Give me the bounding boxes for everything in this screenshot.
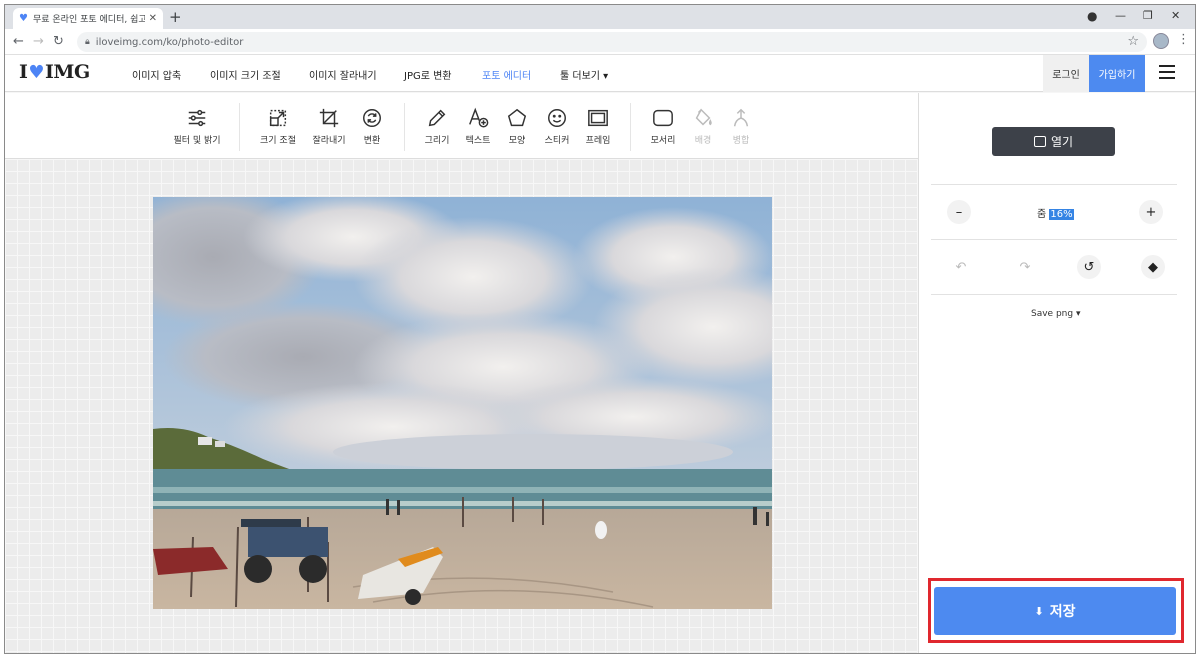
- image-icon: [1033, 136, 1046, 147]
- tool-label: 병합: [732, 136, 750, 146]
- editor-toolbar: 필터 및 밝기 크기 조절 잘라내기 변환 그리기 텍스트 모양 스티커 프레임…: [5, 93, 918, 159]
- tool-label: 잘라내기: [312, 136, 346, 146]
- hamburger-menu-icon[interactable]: [1159, 65, 1175, 79]
- zoom-label: 줌: [1037, 209, 1047, 220]
- tool-resize[interactable]: 크기 조절: [250, 107, 306, 146]
- text-add-icon: [469, 107, 489, 128]
- sliders-icon: [188, 109, 206, 127]
- tool-merge[interactable]: 병합: [713, 107, 769, 146]
- lock-icon: 🔒︎: [85, 37, 90, 47]
- logo-text-left: I: [19, 61, 28, 83]
- undo-button[interactable]: ↶: [949, 255, 973, 279]
- nav-resize-image[interactable]: 이미지 크기 조절: [210, 67, 281, 82]
- url-text: iloveimg.com/ko/photo-editor: [95, 36, 244, 48]
- open-button[interactable]: 열기: [992, 127, 1115, 156]
- tool-transform[interactable]: 변환: [344, 107, 400, 146]
- reload-icon[interactable]: ↻: [53, 34, 64, 49]
- heart-logo-icon: ♥: [28, 61, 45, 83]
- address-bar[interactable]: 🔒︎ iloveimg.com/ko/photo-editor ☆: [77, 32, 1147, 52]
- forward-arrow-icon[interactable]: →: [33, 34, 44, 49]
- pencil-icon: [428, 109, 446, 127]
- zoom-display: 줌 16%: [1037, 205, 1074, 220]
- profile-avatar[interactable]: [1153, 33, 1169, 49]
- browser-tab[interactable]: ♥ 무료 온라인 포토 에디터, 쉽고 빠 ✕: [13, 8, 163, 29]
- signup-button[interactable]: 가입하기: [1089, 55, 1145, 92]
- panel-divider: [931, 294, 1177, 295]
- tool-label: 변환: [363, 136, 381, 146]
- history-icon: ↺: [1083, 259, 1095, 275]
- redo-button[interactable]: ↷: [1013, 255, 1037, 279]
- open-label: 열기: [1050, 135, 1074, 149]
- tool-frame[interactable]: 프레임: [570, 107, 626, 146]
- bookmark-star-icon[interactable]: ☆: [1127, 34, 1139, 49]
- pentagon-icon: [507, 108, 527, 127]
- address-row: ← → ↻ 🔒︎ iloveimg.com/ko/photo-editor ☆ …: [5, 29, 1195, 55]
- tool-label: 모양: [508, 136, 526, 146]
- tab-close-icon[interactable]: ✕: [149, 13, 157, 24]
- zoom-in-button[interactable]: +: [1139, 200, 1163, 224]
- layers-icon: ◆: [1148, 259, 1158, 275]
- toolbar-divider: [404, 103, 405, 151]
- save-label: 저장: [1049, 604, 1076, 620]
- minus-icon: –: [955, 204, 963, 220]
- resize-icon: [269, 109, 287, 127]
- logo-text-right: IMG: [45, 61, 90, 83]
- zoom-out-button[interactable]: –: [947, 200, 971, 224]
- crop-icon: [319, 108, 339, 128]
- undo-icon: ↶: [955, 259, 967, 275]
- save-button[interactable]: ⬇ 저장: [934, 587, 1176, 635]
- toolbar-divider: [239, 103, 240, 151]
- browser-menu-icon[interactable]: ⋮: [1177, 32, 1190, 47]
- merge-icon: [733, 108, 749, 127]
- beach-photo[interactable]: [153, 197, 772, 609]
- profile-menu-icon[interactable]: ●: [1087, 9, 1097, 23]
- panel-divider: [931, 239, 1177, 240]
- tool-label: 프레임: [585, 136, 611, 146]
- tool-label: 스티커: [544, 136, 570, 146]
- new-tab-icon[interactable]: +: [169, 8, 182, 26]
- heart-favicon-icon: ♥: [19, 13, 28, 24]
- panel-divider: [931, 184, 1177, 185]
- back-arrow-icon[interactable]: ←: [13, 34, 24, 49]
- site-header: I ♥ IMG 이미지 압축 이미지 크기 조절 이미지 잘라내기 JPG로 변…: [5, 55, 1195, 92]
- download-icon: ⬇: [1034, 604, 1044, 618]
- rounded-corner-icon: [653, 109, 673, 127]
- right-panel: 열기 – 줌 16% + ↶ ↷ ↺ ◆ Save png ▾ ⬇ 저장: [918, 93, 1195, 653]
- minimize-icon[interactable]: —: [1115, 9, 1126, 22]
- zoom-value[interactable]: 16%: [1049, 209, 1074, 220]
- smiley-icon: [548, 109, 566, 127]
- tool-label: 텍스트: [465, 136, 491, 146]
- paint-bucket-icon: [695, 108, 712, 126]
- tool-label: 배경: [694, 136, 712, 146]
- layers-button[interactable]: ◆: [1141, 255, 1165, 279]
- save-highlight-box: ⬇ 저장: [928, 578, 1184, 643]
- tool-filters-brightness[interactable]: 필터 및 밝기: [169, 107, 225, 146]
- nav-photo-editor[interactable]: 포토 에디터: [482, 67, 531, 82]
- nav-crop-image[interactable]: 이미지 잘라내기: [309, 67, 377, 82]
- tool-label: 모서리: [650, 136, 676, 146]
- tool-label: 그리기: [424, 136, 450, 146]
- iloveimg-logo[interactable]: I ♥ IMG: [19, 61, 90, 83]
- plus-icon: +: [1145, 204, 1157, 220]
- editor-canvas[interactable]: [5, 159, 918, 653]
- title-bar: ♥ 무료 온라인 포토 에디터, 쉽고 빠 ✕ + ● — ❐ ✕: [5, 5, 1195, 29]
- nav-more-tools[interactable]: 툴 더보기 ▾: [560, 67, 608, 82]
- save-format-dropdown[interactable]: Save png ▾: [1031, 309, 1080, 319]
- tab-title: 무료 온라인 포토 에디터, 쉽고 빠: [32, 15, 145, 25]
- restore-icon[interactable]: ❐: [1143, 9, 1153, 22]
- window-close-icon[interactable]: ✕: [1171, 9, 1180, 22]
- history-button[interactable]: ↺: [1077, 255, 1101, 279]
- login-button[interactable]: 로그인: [1043, 55, 1089, 92]
- browser-window: ♥ 무료 온라인 포토 에디터, 쉽고 빠 ✕ + ● — ❐ ✕ ← → ↻ …: [4, 4, 1196, 654]
- nav-compress-image[interactable]: 이미지 압축: [132, 67, 181, 82]
- redo-icon: ↷: [1019, 259, 1031, 275]
- tool-label: 필터 및 밝기: [173, 136, 221, 146]
- tool-label: 크기 조절: [260, 136, 296, 146]
- frame-icon: [588, 109, 608, 127]
- toolbar-divider: [630, 103, 631, 151]
- rotate-icon: [363, 109, 381, 127]
- nav-convert-to-jpg[interactable]: JPG로 변환: [404, 67, 452, 82]
